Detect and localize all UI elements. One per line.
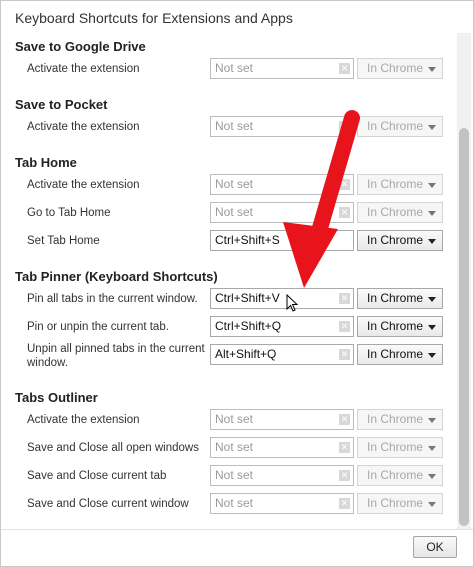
- command-label: Unpin all pinned tabs in the current win…: [27, 343, 205, 369]
- shortcut-input[interactable]: Not set ✕: [210, 465, 354, 486]
- shortcut-value: Alt+Shift+Q: [215, 347, 277, 361]
- chevron-down-icon: [428, 239, 436, 244]
- scope-value: In Chrome: [367, 468, 424, 482]
- clear-x-icon[interactable]: ✕: [339, 414, 350, 425]
- shortcut-input[interactable]: Not set ✕: [210, 174, 354, 195]
- shortcut-value: Not set: [215, 205, 254, 219]
- scope-select[interactable]: In Chrome: [357, 437, 443, 458]
- chevron-down-icon: [428, 502, 436, 507]
- command-label: Save and Close current window: [27, 498, 189, 510]
- section-title: Tab Pinner (Keyboard Shortcuts): [15, 269, 218, 284]
- dialog-title: Keyboard Shortcuts for Extensions and Ap…: [15, 10, 293, 26]
- scope-select[interactable]: In Chrome: [357, 58, 443, 79]
- chevron-down-icon: [428, 67, 436, 72]
- scope-select[interactable]: In Chrome: [357, 465, 443, 486]
- chevron-down-icon: [428, 325, 436, 330]
- shortcut-input[interactable]: Not set ✕: [210, 493, 354, 514]
- shortcut-input[interactable]: Ctrl+Shift+Q ✕: [210, 316, 354, 337]
- command-label: Go to Tab Home: [27, 207, 111, 219]
- command-label: Activate the extension: [27, 414, 140, 426]
- scope-select[interactable]: In Chrome: [357, 202, 443, 223]
- chevron-down-icon: [428, 418, 436, 423]
- shortcut-input[interactable]: Not set ✕: [210, 409, 354, 430]
- scope-select[interactable]: In Chrome: [357, 230, 443, 251]
- scope-value: In Chrome: [367, 291, 424, 305]
- shortcut-input[interactable]: Ctrl+Shift+V ✕: [210, 288, 354, 309]
- scope-value: In Chrome: [367, 440, 424, 454]
- scope-value: In Chrome: [367, 61, 424, 75]
- shortcut-value: Not set: [215, 496, 254, 510]
- clear-x-icon[interactable]: ✕: [339, 321, 350, 332]
- shortcut-value: Not set: [215, 61, 254, 75]
- shortcuts-list: Save to Google Drive Activate the extens…: [1, 33, 457, 529]
- scope-select[interactable]: In Chrome: [357, 316, 443, 337]
- shortcut-input[interactable]: Not set ✕: [210, 437, 354, 458]
- chevron-down-icon: [428, 125, 436, 130]
- clear-x-icon[interactable]: ✕: [339, 63, 350, 74]
- shortcut-input[interactable]: Not set ✕: [210, 58, 354, 79]
- mouse-pointer-icon: [286, 294, 299, 312]
- clear-x-icon[interactable]: ✕: [339, 293, 350, 304]
- scope-select[interactable]: In Chrome: [357, 344, 443, 365]
- chevron-down-icon: [428, 297, 436, 302]
- chevron-down-icon: [428, 446, 436, 451]
- command-label: Pin or unpin the current tab.: [27, 321, 169, 333]
- command-label: Activate the extension: [27, 63, 140, 75]
- shortcut-input[interactable]: Ctrl+Shift+S: [210, 230, 354, 251]
- section-title: Tab Home: [15, 155, 77, 170]
- section-title: Save to Google Drive: [15, 39, 146, 54]
- scope-select[interactable]: In Chrome: [357, 174, 443, 195]
- clear-x-icon[interactable]: ✕: [339, 121, 350, 132]
- scope-value: In Chrome: [367, 119, 424, 133]
- shortcut-value: Not set: [215, 468, 254, 482]
- shortcut-value: Not set: [215, 440, 254, 454]
- command-label: Set Tab Home: [27, 235, 100, 247]
- shortcut-value: Ctrl+Shift+Q: [215, 319, 282, 333]
- keyboard-shortcuts-dialog: Keyboard Shortcuts for Extensions and Ap…: [0, 0, 474, 567]
- shortcut-input[interactable]: Not set ✕: [210, 116, 354, 137]
- scope-value: In Chrome: [367, 177, 424, 191]
- scope-value: In Chrome: [367, 347, 424, 361]
- shortcut-input[interactable]: Not set ✕: [210, 202, 354, 223]
- command-label: Save and Close current tab: [27, 470, 167, 482]
- section-title: Save to Pocket: [15, 97, 108, 112]
- chevron-down-icon: [428, 353, 436, 358]
- scrollbar-thumb[interactable]: [459, 128, 469, 526]
- scope-value: In Chrome: [367, 233, 424, 247]
- clear-x-icon[interactable]: ✕: [339, 179, 350, 190]
- clear-x-icon[interactable]: ✕: [339, 498, 350, 509]
- chevron-down-icon: [428, 211, 436, 216]
- clear-x-icon[interactable]: ✕: [339, 349, 350, 360]
- scope-select[interactable]: In Chrome: [357, 409, 443, 430]
- scope-value: In Chrome: [367, 412, 424, 426]
- shortcut-input[interactable]: Alt+Shift+Q ✕: [210, 344, 354, 365]
- shortcut-value: Not set: [215, 177, 254, 191]
- chevron-down-icon: [428, 474, 436, 479]
- shortcut-value: Ctrl+Shift+V: [215, 291, 280, 305]
- scope-value: In Chrome: [367, 319, 424, 333]
- scope-select[interactable]: In Chrome: [357, 288, 443, 309]
- clear-x-icon[interactable]: ✕: [339, 470, 350, 481]
- scope-value: In Chrome: [367, 496, 424, 510]
- clear-x-icon[interactable]: ✕: [339, 207, 350, 218]
- scope-select[interactable]: In Chrome: [357, 116, 443, 137]
- scope-select[interactable]: In Chrome: [357, 493, 443, 514]
- command-label: Pin all tabs in the current window.: [27, 293, 198, 305]
- command-label: Activate the extension: [27, 121, 140, 133]
- chevron-down-icon: [428, 183, 436, 188]
- clear-x-icon[interactable]: ✕: [339, 442, 350, 453]
- section-title: Tabs Outliner: [15, 390, 98, 405]
- scope-value: In Chrome: [367, 205, 424, 219]
- command-label: Activate the extension: [27, 179, 140, 191]
- shortcut-value: Ctrl+Shift+S: [215, 233, 280, 247]
- footer-divider: [1, 529, 473, 530]
- shortcut-value: Not set: [215, 119, 254, 133]
- command-label: Save and Close all open windows: [27, 442, 199, 454]
- ok-button[interactable]: OK: [413, 536, 457, 558]
- shortcut-value: Not set: [215, 412, 254, 426]
- vertical-scrollbar[interactable]: [457, 33, 471, 529]
